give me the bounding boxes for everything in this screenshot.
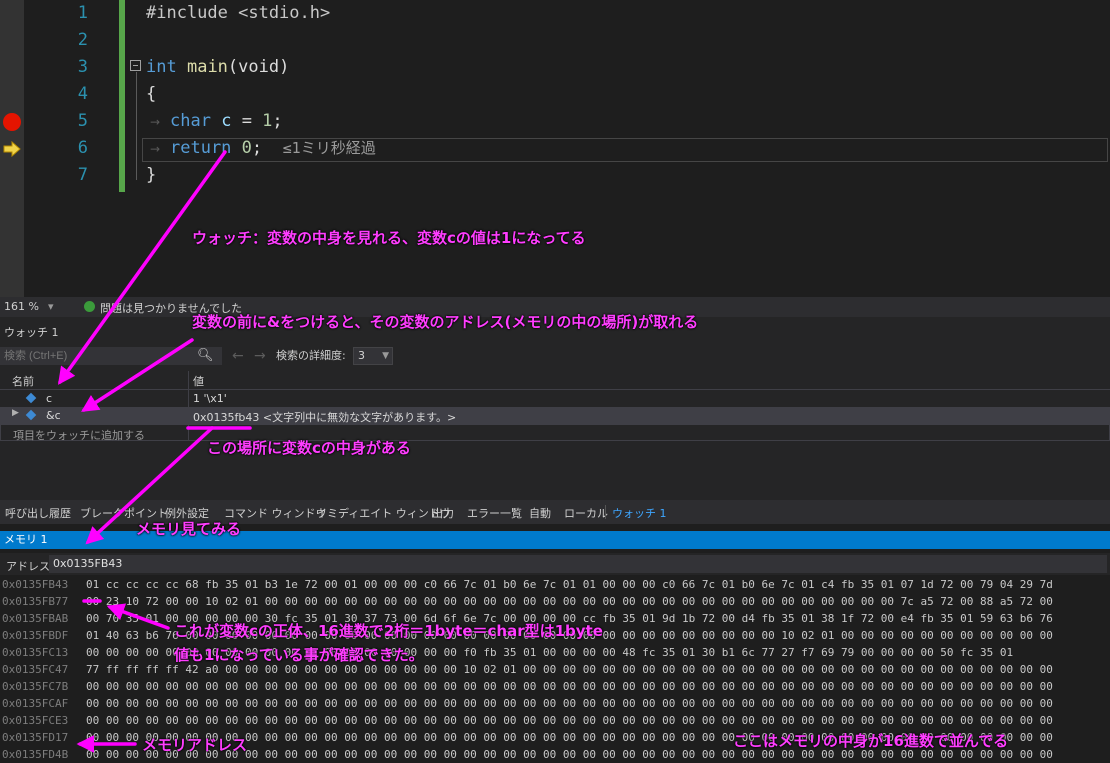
function-name: main [186, 57, 228, 77]
watch-value[interactable]: 0x0135fb43 <文字列中に無効な文字があります。> [193, 409, 456, 425]
memory-address: 0x0135FCE3 [2, 714, 69, 727]
search-depth-value: 3 [358, 349, 365, 362]
check-icon [84, 301, 95, 312]
column-header-value[interactable]: 値 [193, 373, 204, 389]
annotation-memory-address: メモリアドレス [142, 736, 248, 754]
annotation-address: 変数の前に&をつけると、その変数のアドレス(メモリの中の場所)が取れる [192, 313, 699, 331]
memory-address: 0x0135FBDF [2, 629, 69, 642]
tab-locals[interactable]: ローカル [564, 505, 608, 521]
chevron-down-icon: ▼ [382, 351, 389, 361]
memory-address-bar: アドレス: 0x0135FB43 [0, 553, 1110, 575]
code-editor[interactable]: 1 2 3 4 5 6 7 #include <stdio.h> int mai… [0, 0, 1110, 297]
number: 1 [262, 111, 273, 131]
arrow-left-icon[interactable]: ← [232, 347, 244, 365]
watch-row[interactable]: ▶ &c 0x0135fb43 <文字列中に無効な文字があります。> [0, 407, 1110, 424]
annotation-location: この場所に変数cの中身がある [207, 439, 411, 457]
params: (void) [227, 57, 290, 77]
line-number: 5 [77, 111, 88, 131]
watch-panel: ウォッチ 1 🔍︎ ← → 検索の詳細度: 3▼ 名前 値 c 1 '\x1' … [0, 317, 1110, 500]
memory-bytes[interactable]: 00 23 10 72 00 00 10 02 01 00 00 00 00 0… [86, 593, 1053, 610]
expand-icon[interactable]: ▶ [12, 408, 19, 418]
memory-bytes[interactable]: 01 cc cc cc cc 68 fb 35 01 b3 1e 72 00 0… [86, 576, 1053, 593]
memory-address: 0x0135FD17 [2, 731, 69, 744]
variable-icon [25, 392, 37, 404]
keyword: int [146, 57, 177, 77]
memory-bytes[interactable]: 00 00 00 00 00 00 00 00 00 00 00 00 00 0… [86, 678, 1053, 695]
annotation-entity-2: 値も1になっている事が確認できた。 [174, 646, 424, 664]
semicolon: ; [251, 138, 263, 158]
memory-address: 0x0135FC13 [2, 646, 69, 659]
tab-call-stack[interactable]: 呼び出し履歴 [5, 505, 71, 521]
collapse-icon[interactable] [130, 60, 141, 71]
instruction-pointer-icon [3, 141, 21, 157]
memory-bytes[interactable]: 00 00 00 00 00 00 00 00 00 00 00 00 00 0… [86, 695, 1053, 712]
line-number: 1 [77, 3, 88, 23]
number: 0 [241, 138, 252, 158]
memory-address: 0x0135FC47 [2, 663, 69, 676]
annotation-entity-1: これが変数cの正体、16進数で2桁＝1byte＝char型は1byte [174, 622, 603, 640]
address-label: アドレス: [6, 560, 54, 573]
search-depth-select[interactable]: 3 ▼ [353, 347, 393, 365]
perf-tip[interactable]: ≤1ミリ秒経過 [283, 139, 376, 157]
add-watch-row[interactable]: 項目をウォッチに追加する [0, 424, 1110, 442]
chevron-down-icon[interactable]: ▾ [48, 300, 54, 313]
memory-address: 0x0135FB43 [2, 578, 69, 591]
code-line-6[interactable]: return 0; ≤1ミリ秒経過 [170, 135, 376, 162]
variable-icon [25, 409, 37, 421]
watch-name[interactable]: &c [46, 409, 61, 422]
arrow-right-icon[interactable]: → [254, 347, 266, 365]
code-line-1[interactable]: #include <stdio.h> [146, 0, 330, 27]
annotation-watch: ウォッチ：変数の中身を見れる、変数cの値は1になってる [192, 229, 586, 247]
code-line-4[interactable]: { [146, 81, 156, 108]
line-number: 3 [77, 57, 88, 77]
tab-immediate-window[interactable]: イミディエイト ウィンドウ [316, 505, 451, 521]
column-divider[interactable] [188, 371, 189, 441]
tab-divider [605, 505, 606, 519]
column-header-name[interactable]: 名前 [12, 373, 34, 389]
editor-gutter[interactable] [0, 0, 24, 297]
indent-guide [136, 72, 137, 180]
search-icon[interactable]: 🔍︎ [197, 347, 221, 365]
add-watch-placeholder: 項目をウォッチに追加する [13, 429, 145, 442]
code-line-3[interactable]: int main(void) [146, 54, 289, 81]
watch-search-input[interactable] [0, 347, 222, 365]
variable: c [221, 111, 232, 131]
memory-bytes[interactable]: 00 00 00 00 00 00 00 00 00 00 00 00 00 0… [86, 712, 1053, 729]
tab-error-list[interactable]: エラー一覧 [467, 505, 522, 521]
operator: = [231, 111, 263, 131]
address-input[interactable]: 0x0135FB43 [49, 555, 1107, 573]
zoom-level[interactable]: 161 % [4, 300, 39, 313]
memory-address: 0x0135FBAB [2, 612, 69, 625]
annotation-content: ここはメモリの中身が16進数で並んでる [733, 732, 1009, 750]
line-number: 2 [77, 30, 88, 50]
memory-address: 0x0135FC7B [2, 680, 69, 693]
tab-output[interactable]: 出力 [432, 505, 454, 521]
tab-watch-1[interactable]: ウォッチ 1 [612, 505, 667, 521]
watch-title: ウォッチ 1 [4, 326, 59, 339]
memory-address: 0x0135FD4B [2, 748, 69, 761]
annotation-memory: メモリ見てみる [136, 520, 242, 538]
code-line-7[interactable]: } [146, 162, 156, 189]
watch-name[interactable]: c [46, 392, 52, 405]
search-depth-label: 検索の詳細度: [276, 349, 346, 362]
memory-address: 0x0135FCAF [2, 697, 69, 710]
watch-value[interactable]: 1 '\x1' [193, 392, 227, 405]
watch-grid: 名前 値 c 1 '\x1' ▶ &c 0x0135fb43 <文字列中に無効な… [0, 371, 1110, 442]
semicolon: ; [272, 111, 283, 131]
change-tracking-bar [119, 0, 125, 192]
line-number: 4 [77, 84, 88, 104]
tab-marker-icon: → [150, 115, 161, 129]
tab-autos[interactable]: 自動 [529, 505, 551, 521]
keyword: return [170, 138, 232, 158]
keyword: char [170, 111, 211, 131]
line-number: 6 [77, 138, 88, 158]
watch-header: 名前 値 [0, 371, 1110, 390]
line-number: 7 [77, 165, 88, 185]
memory-address: 0x0135FB77 [2, 595, 69, 608]
tab-marker-icon: → [150, 142, 161, 156]
code-line-5[interactable]: char c = 1; [170, 108, 283, 135]
watch-row[interactable]: c 1 '\x1' [0, 390, 1110, 407]
breakpoint-icon[interactable] [3, 113, 21, 131]
